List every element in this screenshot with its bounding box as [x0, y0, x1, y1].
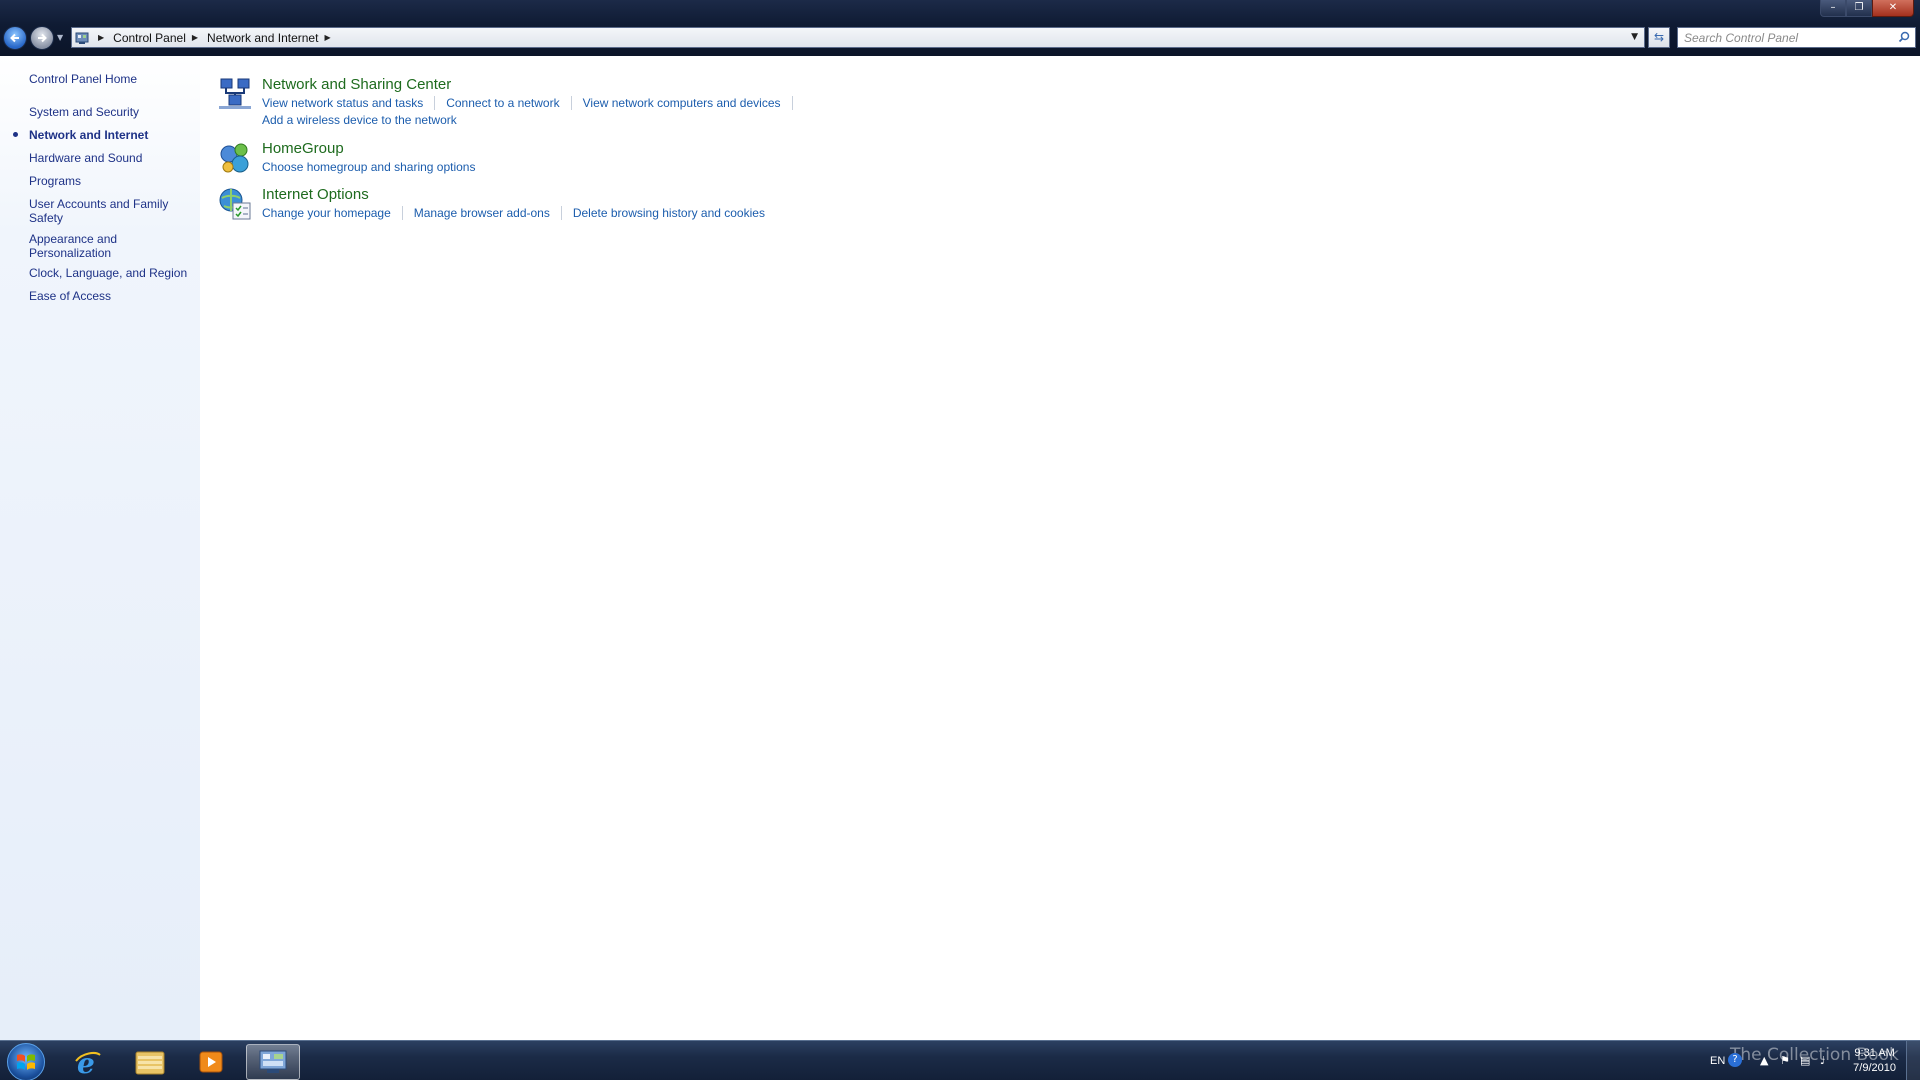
- internet-options-icon: [219, 188, 251, 220]
- active-bullet-icon: [13, 132, 18, 137]
- close-button[interactable]: ✕: [1872, 0, 1914, 17]
- taskbar: e The Collection Book EN ? ▲ ⚑ ▤ ♩ 9:31 …: [0, 1040, 1920, 1080]
- internet-explorer-icon: e: [75, 1047, 101, 1077]
- sidebar-item-appearance[interactable]: Appearance and Personalization: [29, 232, 139, 260]
- change-homepage-link[interactable]: Change your homepage: [262, 206, 391, 220]
- volume-icon[interactable]: ♩: [1820, 1054, 1825, 1067]
- internet-options-link[interactable]: Internet Options: [262, 186, 369, 203]
- sidebar-item-clock-language-region[interactable]: Clock, Language, and Region: [29, 266, 194, 280]
- action-center-flag-icon[interactable]: ⚑: [1780, 1054, 1790, 1067]
- choose-homegroup-options-link[interactable]: Choose homegroup and sharing options: [262, 160, 475, 174]
- breadcrumb-separator-icon[interactable]: ▶: [192, 33, 198, 42]
- link-divider: [434, 96, 436, 110]
- back-button[interactable]: [3, 26, 27, 50]
- connect-to-network-link[interactable]: Connect to a network: [446, 96, 559, 110]
- network-sharing-links-row2: Add a wireless device to the network: [262, 113, 457, 127]
- network-tray-icon[interactable]: ▤: [1800, 1054, 1810, 1067]
- recent-pages-button[interactable]: ▼: [57, 33, 63, 42]
- add-wireless-device-link[interactable]: Add a wireless device to the network: [262, 113, 457, 127]
- link-divider: [570, 96, 572, 110]
- taskbar-control-panel[interactable]: [246, 1044, 300, 1080]
- taskbar-media-player[interactable]: [184, 1044, 238, 1080]
- view-network-status-link[interactable]: View network status and tasks: [262, 96, 423, 110]
- taskbar-internet-explorer[interactable]: e: [61, 1044, 115, 1080]
- search-input[interactable]: [1678, 28, 1888, 47]
- link-divider: [791, 96, 793, 110]
- internet-options-links: Change your homepage Manage browser add-…: [262, 206, 765, 220]
- window-controls: – ❐ ✕: [1820, 0, 1914, 18]
- breadcrumb-separator-icon[interactable]: ▶: [98, 33, 104, 42]
- clock-date: 7/9/2010: [1853, 1062, 1896, 1074]
- network-sharing-center-link[interactable]: Network and Sharing Center: [262, 76, 451, 93]
- show-hidden-icons-icon[interactable]: ▲: [1760, 1054, 1768, 1067]
- link-divider: [401, 206, 403, 220]
- address-bar[interactable]: ▶ Control Panel ▶ Network and Internet ▶…: [71, 27, 1645, 48]
- window-title-bar: – ❐ ✕ ▼ ▶ Control Panel ▶ Network and In…: [0, 0, 1920, 56]
- sidebar-item-user-accounts[interactable]: User Accounts and Family Safety: [29, 197, 179, 225]
- network-sharing-links: View network status and tasks Connect to…: [262, 96, 804, 110]
- sidebar-item-network-and-internet[interactable]: Network and Internet: [29, 128, 194, 142]
- homegroup-icon: [220, 143, 249, 173]
- sidebar-item-control-panel-home[interactable]: Control Panel Home: [29, 72, 194, 86]
- breadcrumb-control-panel[interactable]: Control Panel: [113, 31, 186, 45]
- clock[interactable]: 9:31 AM 7/9/2010: [1853, 1046, 1896, 1076]
- breadcrumb-network-and-internet[interactable]: Network and Internet: [207, 31, 318, 45]
- forward-button[interactable]: [30, 26, 54, 50]
- maximize-button[interactable]: ❐: [1846, 0, 1872, 17]
- delete-browsing-history-link[interactable]: Delete browsing history and cookies: [573, 206, 765, 220]
- homegroup-links: Choose homegroup and sharing options: [262, 160, 475, 174]
- sidebar-item-programs[interactable]: Programs: [29, 174, 194, 188]
- show-desktop-button[interactable]: [1906, 1041, 1920, 1080]
- refresh-button[interactable]: ⇆: [1648, 27, 1670, 48]
- windows-explorer-icon: [135, 1051, 165, 1075]
- view-network-computers-link[interactable]: View network computers and devices: [583, 96, 781, 110]
- language-indicator[interactable]: EN: [1710, 1055, 1725, 1067]
- help-icon[interactable]: ?: [1728, 1053, 1742, 1067]
- arrow-left-icon: [10, 33, 19, 43]
- sidebar-item-hardware-and-sound[interactable]: Hardware and Sound: [29, 151, 194, 165]
- windows-logo-icon: [17, 1054, 35, 1070]
- sidebar-item-ease-of-access[interactable]: Ease of Access: [29, 289, 194, 303]
- start-button[interactable]: [7, 1043, 45, 1080]
- breadcrumb-separator-icon[interactable]: ▶: [324, 33, 330, 42]
- network-sharing-icon: [219, 78, 251, 109]
- control-panel-icon: [72, 28, 92, 47]
- minimize-button[interactable]: –: [1820, 0, 1846, 17]
- taskbar-windows-explorer[interactable]: [123, 1044, 177, 1080]
- sidebar-item-system-and-security[interactable]: System and Security: [29, 105, 194, 119]
- search-box[interactable]: [1677, 27, 1916, 48]
- address-dropdown-icon[interactable]: ▼: [1631, 32, 1638, 42]
- system-tray: The Collection Book EN ? ▲ ⚑ ▤ ♩ 9:31 AM…: [1670, 1041, 1920, 1080]
- arrow-right-icon: [38, 33, 47, 43]
- media-player-icon: [199, 1051, 223, 1073]
- refresh-icon: ⇆: [1653, 30, 1665, 44]
- manage-addons-link[interactable]: Manage browser add-ons: [414, 206, 550, 220]
- svg-text:e: e: [77, 1047, 95, 1077]
- control-panel-icon: [259, 1050, 287, 1073]
- link-divider: [560, 206, 562, 220]
- sidebar: Control Panel Home System and Security N…: [0, 56, 200, 1040]
- search-icon[interactable]: [1898, 31, 1910, 43]
- homegroup-link[interactable]: HomeGroup: [262, 140, 344, 157]
- clock-time: 9:31 AM: [1854, 1047, 1895, 1059]
- main-content: Network and Sharing Center View network …: [200, 56, 1920, 1040]
